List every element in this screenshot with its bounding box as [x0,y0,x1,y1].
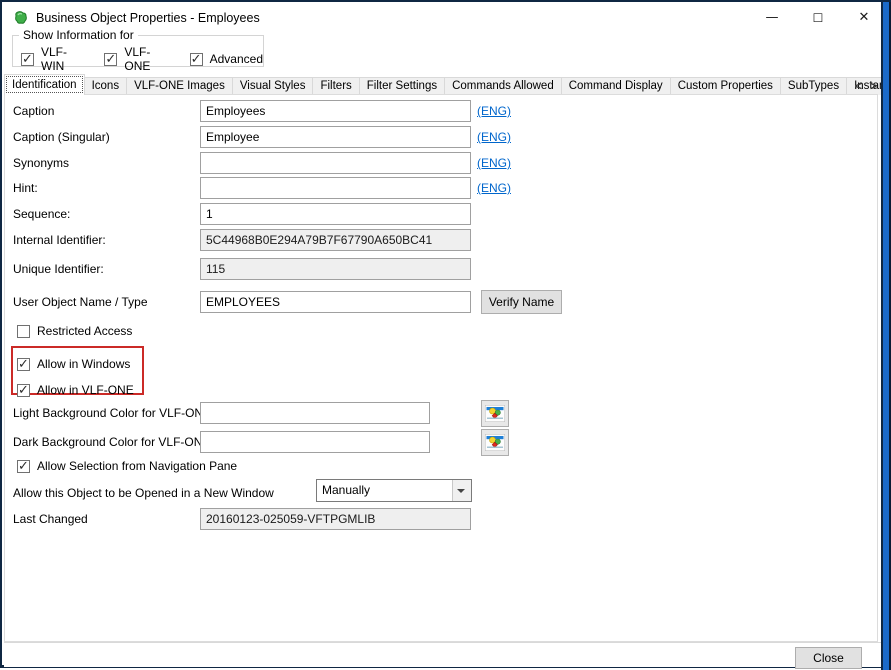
color-palette-icon [485,434,505,451]
caption-input[interactable] [200,100,471,122]
user-object-label: User Object Name / Type [13,295,148,309]
allow-vlfone-row[interactable]: ✓ Allow in VLF-ONE [17,381,134,397]
color-palette-icon [485,405,505,422]
dark-bg-label: Dark Background Color for VLF-ONE [13,435,211,449]
caption-singular-lang-link[interactable]: (ENG) [477,130,511,144]
checkbox-vlf-one[interactable]: ✓ VLF-ONE [104,45,155,73]
allow-vlfone-label: Allow in VLF-ONE [37,383,134,397]
group-label: Show Information for [19,28,138,42]
synonyms-input[interactable] [200,152,471,174]
allow-selection-checkbox[interactable]: ✓ [17,457,30,473]
app-icon [15,11,27,24]
tab-command-display[interactable]: Command Display [560,77,671,95]
tab-filters[interactable]: Filters [312,77,360,95]
vlf-one-checkbox[interactable]: ✓ [104,50,118,66]
hint-label: Hint: [13,181,38,195]
check-icon: ✓ [190,50,202,66]
sequence-input[interactable] [200,203,471,225]
allow-windows-checkbox[interactable]: ✓ [17,355,30,371]
advanced-label: Advanced [209,52,263,66]
dark-bg-input[interactable] [200,431,430,453]
hint-input[interactable] [200,177,471,199]
check-icon: ✓ [18,355,29,371]
tab-commands-allowed[interactable]: Commands Allowed [444,77,562,95]
tab-strip: Identification Icons VLF-ONE Images Visu… [4,74,891,95]
minimize-button[interactable]: — [756,4,788,32]
tab-visual-styles[interactable]: Visual Styles [231,77,314,95]
footer-divider [4,642,883,643]
restricted-access-row[interactable]: Restricted Access [17,324,132,338]
check-icon: ✓ [105,50,117,66]
checkbox-vlf-win[interactable]: ✓ VLF-WIN [21,45,70,73]
open-new-window-label: Allow this Object to be Opened in a New … [13,486,274,500]
close-button[interactable]: Close [795,647,862,669]
checkbox-advanced[interactable]: ✓ Advanced [189,45,263,73]
dropdown-button[interactable] [452,480,471,501]
check-icon: ✓ [22,50,33,66]
caption-label: Caption [13,104,55,118]
sequence-label: Sequence: [13,207,71,221]
allow-windows-label: Allow in Windows [37,357,131,371]
vlf-win-label: VLF-WIN [41,45,68,73]
caption-lang-link[interactable]: (ENG) [477,104,511,118]
verify-name-button[interactable]: Verify Name [481,290,562,314]
light-bg-input[interactable] [200,402,430,424]
internal-identifier-field [200,229,471,251]
identification-tab-panel: Caption (ENG) Caption (Singular) (ENG) S… [4,94,878,642]
last-changed-field [200,508,471,530]
tab-identification[interactable]: Identification [4,74,85,95]
light-bg-label: Light Background Color for VLF-ONE [13,406,212,420]
maximize-button[interactable]: ☐ [802,4,834,32]
synonyms-lang-link[interactable]: (ENG) [477,156,511,170]
dropdown-selected-value: Manually [322,483,371,497]
tab-scroll-buttons: < > [855,79,877,93]
allow-windows-row[interactable]: ✓ Allow in Windows [17,355,131,371]
light-bg-colorpicker-button[interactable] [481,400,509,427]
tab-filter-settings[interactable]: Filter Settings [358,77,446,95]
window-title: Business Object Properties - Employees [36,11,260,25]
vlf-win-checkbox[interactable]: ✓ [21,50,34,66]
unique-identifier-field [200,258,471,280]
dark-bg-colorpicker-button[interactable] [481,429,509,456]
chevron-down-icon [457,489,465,493]
show-information-group: Show Information for ✓ VLF-WIN ✓ VLF-ONE… [12,28,264,73]
allow-selection-row[interactable]: ✓ Allow Selection from Navigation Pane [17,457,238,473]
check-icon: ✓ [18,457,29,473]
last-changed-label: Last Changed [13,512,88,526]
restricted-access-label: Restricted Access [37,324,133,338]
tab-vlf-one-images[interactable]: VLF-ONE Images [126,77,233,95]
synonyms-label: Synonyms [13,156,70,170]
tab-icons[interactable]: Icons [83,77,128,95]
caption-singular-input[interactable] [200,126,471,148]
allow-vlfone-checkbox[interactable]: ✓ [17,381,30,397]
restricted-access-checkbox[interactable] [17,324,30,338]
hint-lang-link[interactable]: (ENG) [477,181,511,195]
tab-custom-properties[interactable]: Custom Properties [669,77,781,95]
background-window-edge [881,2,891,670]
caption-singular-label: Caption (Singular) [13,130,110,144]
dialog-window: Business Object Properties - Employees —… [0,0,891,670]
advanced-checkbox[interactable]: ✓ [189,50,203,66]
unique-identifier-label: Unique Identifier: [13,262,104,276]
open-new-window-dropdown[interactable]: Manually [316,479,472,502]
tab-subtypes[interactable]: SubTypes [779,77,848,95]
vlf-one-label: VLF-ONE [124,45,151,73]
tab-scroll-right-icon[interactable]: > [870,79,877,93]
tab-scroll-left-icon[interactable]: < [855,79,862,93]
close-window-button[interactable]: ✕ [848,4,880,32]
user-object-input[interactable] [200,291,471,313]
check-icon: ✓ [18,381,29,397]
allow-selection-label: Allow Selection from Navigation Pane [37,459,238,473]
internal-identifier-label: Internal Identifier: [13,233,106,247]
